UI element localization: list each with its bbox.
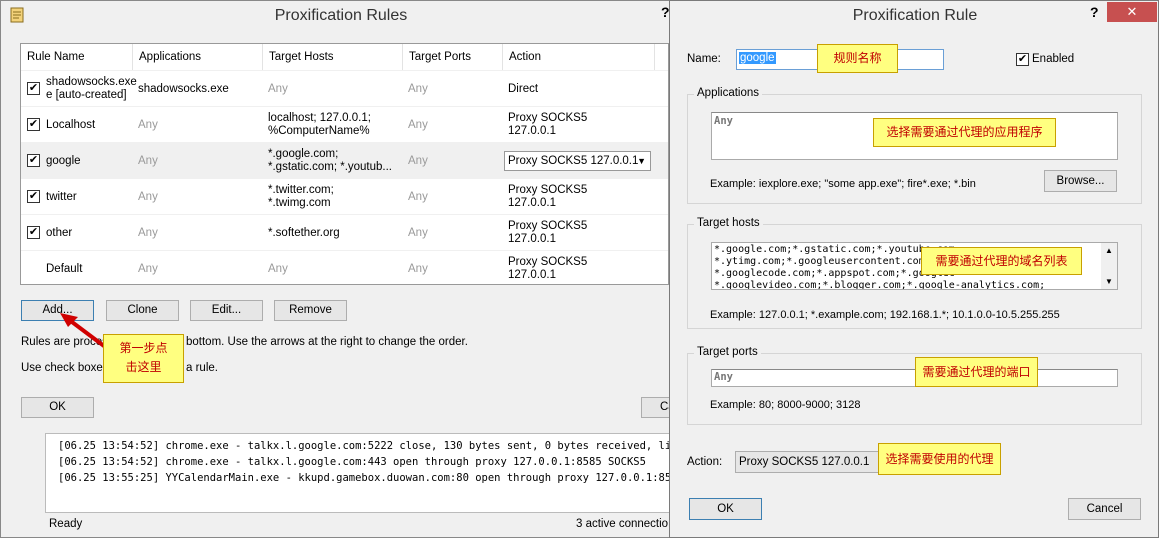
clone-rule-button[interactable]: Clone — [106, 300, 179, 321]
callout-action: 选择需要使用的代理 — [878, 443, 1001, 475]
applications-cell: shadowsocks.exe — [138, 82, 229, 95]
target-ports-cell: Any — [408, 82, 428, 95]
status-bar: Ready 3 active connectio — [45, 515, 675, 537]
rule-enabled-checkbox[interactable]: ✔ — [27, 82, 40, 95]
scroll-down-icon[interactable]: ▼ — [1105, 277, 1113, 286]
action-select[interactable]: Proxy SOCKS5 127.0.0.1 ▼ — [504, 151, 651, 171]
rule-enabled-checkbox[interactable]: ✔ — [27, 226, 40, 239]
rule-enabled-checkbox[interactable]: ✔ — [27, 118, 40, 131]
target-hosts-example: Example: 127.0.0.1; *.example.com; 192.1… — [710, 309, 1060, 321]
applications-label: Applications — [694, 87, 763, 99]
rule-enabled-checkbox[interactable]: ✔ — [27, 154, 40, 167]
target-hosts-label: Target hosts — [694, 217, 763, 229]
table-row[interactable]: ✔ shadowsocks.exe e [auto-created] shadow… — [21, 70, 668, 106]
applications-cell: Any — [138, 190, 158, 203]
applications-cell: Any — [138, 262, 158, 275]
column-header-applications[interactable]: Applications — [133, 44, 263, 70]
edit-rule-button[interactable]: Edit... — [190, 300, 263, 321]
action-cell: Direct — [508, 82, 539, 95]
target-hosts-cell: *.softether.org — [268, 226, 340, 239]
help-button[interactable]: ? — [1090, 4, 1099, 20]
close-button[interactable]: ✕ — [1107, 2, 1157, 22]
target-hosts-cell: localhost; 127.0.0.1; %ComputerName% — [268, 112, 371, 137]
target-ports-label: Target ports — [694, 346, 761, 358]
rule-name-cell: google — [46, 154, 81, 167]
target-hosts-cell: Any — [268, 262, 288, 275]
column-header-target-hosts[interactable]: Target Hosts — [263, 44, 403, 70]
callout-applications: 选择需要通过代理的应用程序 — [873, 118, 1056, 147]
table-row[interactable]: Default Any Any Any Proxy SOCKS5 127.0.0.… — [21, 250, 668, 286]
applications-example: Example: iexplore.exe; "some app.exe"; f… — [710, 178, 976, 190]
log-line: [06.25 13:54:52] chrome.exe - talkx.l.go… — [58, 456, 646, 468]
cancel-button[interactable]: Cancel — [1068, 498, 1141, 520]
hint-order-right: bottom. Use the arrows at the right to c… — [186, 336, 468, 348]
rule-name-cell: Default — [46, 262, 83, 275]
close-icon: ✕ — [1126, 4, 1138, 19]
table-row[interactable]: ✔ twitter Any *.twitter.com; *.twimg.com … — [21, 178, 668, 214]
target-ports-cell: Any — [408, 190, 428, 203]
target-ports-cell: Any — [408, 226, 428, 239]
dialog-title: Proxification Rule — [852, 7, 978, 24]
action-select[interactable]: Proxy SOCKS5 127.0.0.1 — [735, 451, 885, 473]
proxification-rules-window: Proxification Rules ? Rule Name Applicat… — [0, 0, 709, 538]
browse-button[interactable]: Browse... — [1044, 170, 1117, 192]
scrollbar[interactable]: ▲ ▼ — [1101, 243, 1117, 289]
target-hosts-cell: *.google.com; *.gstatic.com; *.youtub... — [268, 148, 393, 173]
rule-name-cell: twitter — [46, 190, 77, 203]
callout-rule-name: 规则名称 — [817, 44, 898, 73]
log-line: [06.25 13:54:52] chrome.exe - talkx.l.go… — [58, 440, 703, 452]
enabled-checkbox[interactable]: ✔ — [1016, 53, 1029, 66]
target-ports-cell: Any — [408, 118, 428, 131]
enabled-label: Enabled — [1032, 53, 1075, 65]
action-cell: Proxy SOCKS5 127.0.0.1 — [508, 256, 588, 281]
proxification-rule-dialog: Proxification Rule ? ✕ Name: google ✔ En… — [669, 0, 1159, 538]
applications-cell: Any — [138, 154, 158, 167]
applications-cell: Any — [138, 118, 158, 131]
target-ports-example: Example: 80; 8000-9000; 3128 — [710, 399, 861, 411]
column-header-target-ports[interactable]: Target Ports — [403, 44, 503, 70]
hint-checkbox-right: a rule. — [186, 362, 218, 374]
action-cell: Proxy SOCKS5 127.0.0.1 — [508, 112, 588, 137]
target-ports-cell: Any — [408, 154, 428, 167]
rule-name-cell: other — [46, 226, 73, 239]
rule-enabled-checkbox[interactable]: ✔ — [27, 190, 40, 203]
rules-table: Rule Name Applications Target Hosts Targ… — [20, 43, 669, 285]
chevron-down-icon: ▼ — [637, 156, 646, 166]
rule-name-cell: Localhost — [46, 118, 96, 131]
hint-checkbox-left: Use check boxes — [21, 362, 109, 374]
ok-button[interactable]: OK — [21, 397, 94, 418]
scroll-up-icon[interactable]: ▲ — [1105, 246, 1113, 255]
ok-button[interactable]: OK — [689, 498, 762, 520]
column-header-action[interactable]: Action — [503, 44, 655, 70]
status-text: Ready — [49, 518, 83, 530]
target-hosts-cell: *.twitter.com; *.twimg.com — [268, 184, 334, 209]
applications-cell: Any — [138, 226, 158, 239]
connection-log: [06.25 13:54:52] chrome.exe - talkx.l.go… — [45, 433, 709, 513]
remove-rule-button[interactable]: Remove — [274, 300, 347, 321]
rule-name-cell: shadowsocks.exe e [auto-created] — [46, 76, 137, 101]
name-label: Name: — [687, 53, 721, 65]
column-header-rule-name[interactable]: Rule Name — [21, 44, 133, 70]
log-line: [06.25 13:55:25] YYCalendarMain.exe - kk… — [58, 472, 710, 484]
action-cell: Proxy SOCKS5 127.0.0.1 — [508, 184, 588, 209]
callout-target-ports: 需要通过代理的端口 — [915, 357, 1038, 387]
action-label: Action: — [687, 456, 723, 468]
active-connections-text: 3 active connectio — [576, 518, 669, 530]
window-title: Proxification Rules — [274, 7, 408, 24]
callout-target-hosts: 需要通过代理的域名列表 — [921, 247, 1082, 275]
callout-step-one: 第一步点 击这里 — [103, 334, 184, 383]
table-row[interactable]: ✔ Localhost Any localhost; 127.0.0.1; %Co… — [21, 106, 668, 142]
table-row[interactable]: ✔ other Any *.softether.org Any Proxy SO… — [21, 214, 668, 250]
table-row[interactable]: ✔ google Any *.google.com; *.gstatic.com;… — [21, 142, 668, 178]
target-hosts-cell: Any — [268, 82, 288, 95]
target-ports-cell: Any — [408, 262, 428, 275]
action-cell: Proxy SOCKS5 127.0.0.1 — [508, 220, 588, 245]
